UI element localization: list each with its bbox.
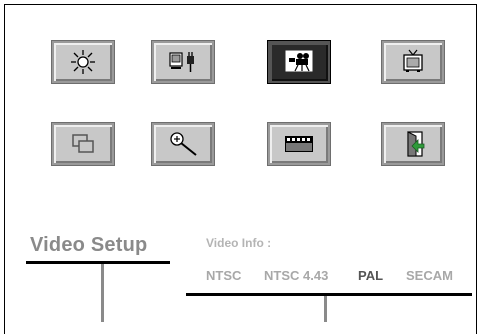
standard-ntsc[interactable]: NTSC [206,268,241,283]
film-button[interactable] [267,122,331,166]
brightness-button[interactable] [51,40,115,84]
brightness-icon [71,50,95,74]
standard-pal[interactable]: PAL [358,268,383,283]
video-camera-icon [285,50,313,72]
standards-connector-line [324,296,327,322]
windows-button[interactable] [51,122,115,166]
standard-ntsc-443[interactable]: NTSC 4.43 [264,268,328,283]
video-info-label: Video Info : [206,236,272,250]
zoom-icon [170,132,197,156]
exit-button[interactable] [381,122,445,166]
video-setup-button[interactable] [267,40,331,84]
device-connect-button[interactable] [151,40,215,84]
device-plug-icon [169,52,194,72]
tv-icon [403,49,423,72]
film-strip-icon [285,136,313,152]
standard-secam[interactable]: SECAM [406,268,453,283]
door-exit-icon [407,131,425,157]
video-setup-title: Video Setup [30,234,148,256]
zoom-button[interactable] [151,122,215,166]
title-underline [26,261,170,264]
standards-underline [186,293,472,296]
title-connector-line [101,264,104,322]
windows-icon [72,134,94,153]
tv-button[interactable] [381,40,445,84]
